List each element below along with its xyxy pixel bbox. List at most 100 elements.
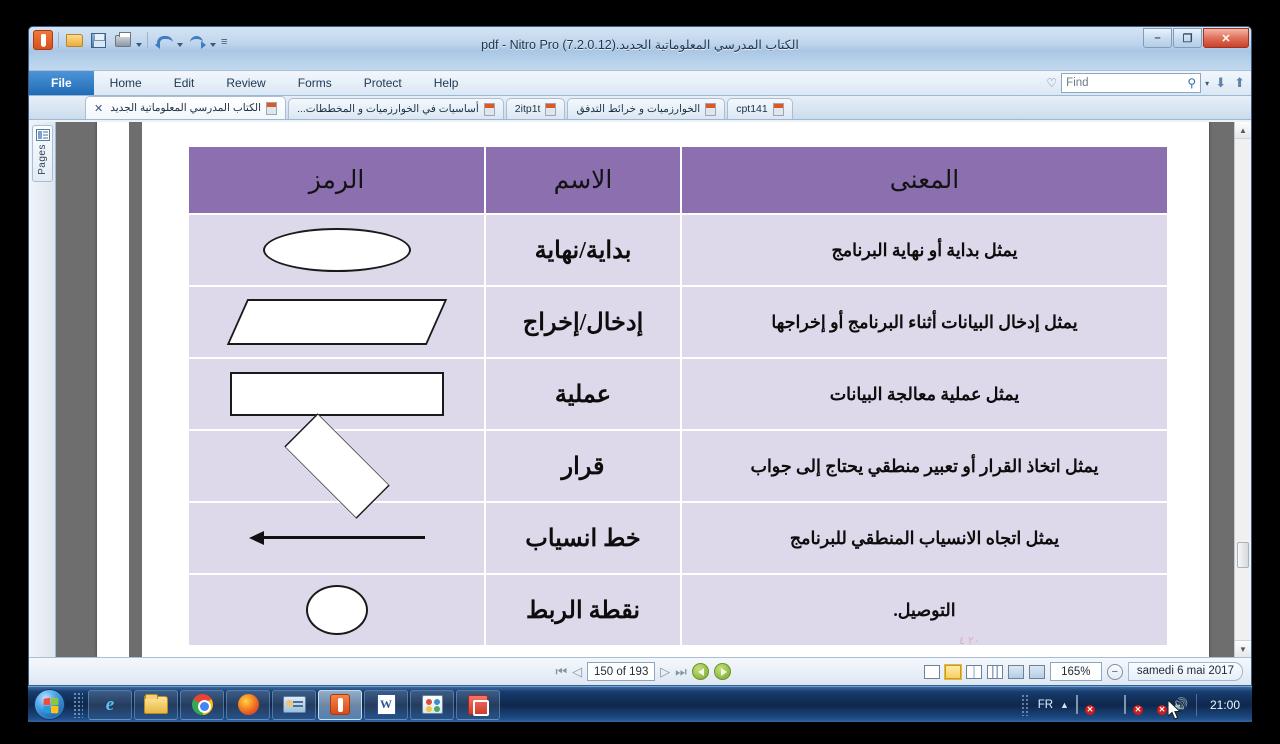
find-previous-icon[interactable]: ⬇ — [1213, 75, 1228, 91]
next-page-button[interactable]: ▷ — [660, 664, 670, 680]
find-next-icon[interactable]: ⬆ — [1232, 75, 1247, 91]
pages-panel-label: Pages — [37, 144, 48, 175]
shape-container — [189, 575, 484, 645]
taskbar-item-internet-explorer[interactable]: e — [88, 689, 132, 720]
taskbar-item-paint[interactable] — [410, 689, 454, 720]
taskbar-item-file-explorer[interactable] — [134, 689, 178, 720]
window-title: الكتاب المدرسي المعلوماتية الجديد.pdf - … — [481, 38, 799, 52]
favorites-icon[interactable]: ♡ — [1046, 76, 1057, 90]
cell-meaning: التوصيل. — [680, 573, 1169, 647]
table-row: يمثل بداية أو نهاية البرنامج بداية/نهاية — [187, 213, 1169, 287]
cell-meaning: يمثل اتخاذ القرار أو تعبير منطقي يحتاج إ… — [680, 429, 1169, 503]
tray-grip[interactable] — [1020, 693, 1028, 716]
doc-tab-label: الخوارزميات و خرائط التدفق — [576, 103, 701, 115]
zoom-level-input[interactable]: 165% — [1049, 662, 1102, 681]
cell-symbol — [187, 501, 486, 575]
language-indicator[interactable]: FR — [1038, 699, 1053, 711]
page-gutter — [129, 122, 142, 657]
page-navigation: ⏮ ◁ 150 of 193 ▷ ⏭ — [555, 662, 731, 681]
single-page-icon[interactable] — [923, 664, 940, 679]
tab-home[interactable]: Home — [94, 71, 158, 95]
tab-file[interactable]: File — [29, 71, 94, 95]
taskbar-item-powerpoint[interactable] — [456, 689, 500, 720]
search-input[interactable]: Find ⚲ — [1061, 73, 1202, 93]
taskbar-item-nitro-pro[interactable] — [318, 689, 362, 720]
pdf-page: المعنى الاسم الرمز يمثل بداية أو نهاية ا… — [97, 122, 1209, 657]
fit-width-icon[interactable] — [1007, 664, 1024, 679]
continuous-icon[interactable] — [943, 663, 962, 680]
close-icon: ✕ — [1221, 33, 1231, 45]
security-alert-icon[interactable]: ✕ — [1123, 695, 1143, 715]
pdf-file-icon — [545, 102, 557, 116]
taskbar-item-word[interactable] — [364, 689, 408, 720]
four-page-icon[interactable] — [986, 664, 1003, 679]
previous-page-button[interactable]: ◁ — [572, 664, 582, 680]
scroll-up-button[interactable]: ▲ — [1235, 122, 1251, 139]
sidebar-item-pages[interactable]: Pages — [32, 125, 53, 182]
navigate-forward-button[interactable] — [713, 663, 731, 680]
show-hidden-icons-icon[interactable]: ▲ — [1060, 700, 1069, 710]
action-center-flag-icon[interactable]: ✕ — [1075, 695, 1095, 715]
doc-tab-3[interactable]: الخوارزميات و خرائط التدفق — [567, 98, 726, 119]
vertical-scrollbar[interactable]: ▲ ▼ — [1234, 122, 1251, 657]
document-date: samedi 6 mai 2017 — [1127, 662, 1243, 681]
tray-divider — [1195, 693, 1197, 716]
tab-forms[interactable]: Forms — [282, 71, 348, 95]
taskbar-item-contacts[interactable] — [272, 689, 316, 720]
doc-tab-label: الكتاب المدرسي المعلوماتية الجديد — [110, 102, 261, 114]
back-arrow-icon — [697, 668, 704, 676]
last-page-button[interactable]: ⏭ — [675, 664, 687, 680]
internet-explorer-icon: e — [105, 693, 115, 715]
fit-page-icon[interactable] — [1028, 664, 1045, 679]
taskbar-item-chrome[interactable] — [180, 689, 224, 720]
scrollbar-thumb[interactable] — [1237, 542, 1249, 568]
shape-container — [189, 215, 484, 285]
antivirus-shield-icon[interactable] — [1100, 696, 1117, 713]
zoom-out-button[interactable]: − — [1106, 663, 1123, 680]
alert-badge-icon: ✕ — [1084, 705, 1095, 715]
shape-container — [189, 287, 484, 357]
clock[interactable]: 21:00 — [1204, 698, 1246, 712]
tab-edit[interactable]: Edit — [158, 71, 211, 95]
restore-icon: ❐ — [1182, 33, 1193, 45]
powerpoint-icon — [468, 694, 489, 716]
navigate-back-button[interactable] — [691, 663, 709, 680]
pages-panel-rail[interactable]: Pages — [29, 122, 56, 657]
cell-symbol — [187, 357, 486, 431]
cell-meaning: يمثل عملية معالجة البيانات — [680, 357, 1169, 431]
minimize-button[interactable]: – — [1143, 28, 1172, 48]
network-icon[interactable]: ✕ — [1148, 696, 1167, 715]
table-row: يمثل عملية معالجة البيانات عملية — [187, 357, 1169, 431]
restore-button[interactable]: ❐ — [1173, 28, 1202, 48]
rectangle-shape-icon — [229, 372, 444, 416]
doc-tab-1[interactable]: أساسيات في الخوارزميات و المخططات... — [288, 98, 504, 119]
system-tray: FR ▲ ✕ ✕ ✕ 🔊 21:00 — [1020, 687, 1252, 722]
doc-tab-4[interactable]: cpt141 — [727, 98, 793, 119]
nitro-pro-icon — [330, 694, 350, 715]
first-page-button[interactable]: ⏮ — [555, 664, 567, 680]
chevron-down-icon[interactable]: ▾ — [1205, 79, 1209, 88]
shape-container — [189, 413, 484, 519]
document-viewport: Pages المعنى الاسم الرمز يمثل بداية أو ن… — [29, 122, 1251, 657]
doc-tab-0[interactable]: الكتاب المدرسي المعلوماتية الجديد ✕ — [85, 96, 286, 119]
close-tab-icon[interactable]: ✕ — [94, 102, 103, 115]
tab-help[interactable]: Help — [418, 71, 475, 95]
tab-review[interactable]: Review — [210, 71, 281, 95]
microsoft-word-icon — [376, 694, 396, 715]
status-bar: ⏮ ◁ 150 of 193 ▷ ⏭ 165% − samedi 6 mai 2… — [29, 657, 1251, 685]
page-number-input[interactable]: 150 of 193 — [587, 662, 656, 681]
taskbar-item-firefox[interactable] — [226, 689, 270, 720]
taskbar-grip[interactable] — [73, 691, 83, 718]
start-button[interactable] — [29, 688, 69, 722]
doc-tab-label: 2itp1t — [514, 103, 541, 115]
diamond-wrapper — [232, 413, 442, 519]
scroll-down-button[interactable]: ▼ — [1235, 640, 1251, 657]
table-row: التوصيل. نقطة الربط — [187, 573, 1169, 647]
doc-tab-2[interactable]: 2itp1t — [505, 98, 566, 119]
circle-shape-icon — [305, 585, 368, 635]
search-icon[interactable]: ⚲ — [1187, 76, 1196, 90]
close-button[interactable]: ✕ — [1203, 28, 1249, 48]
title-bar[interactable]: ≡ الكتاب المدرسي المعلوماتية الجديد.pdf … — [29, 27, 1251, 71]
two-page-icon[interactable] — [965, 664, 982, 679]
tab-protect[interactable]: Protect — [348, 71, 418, 95]
